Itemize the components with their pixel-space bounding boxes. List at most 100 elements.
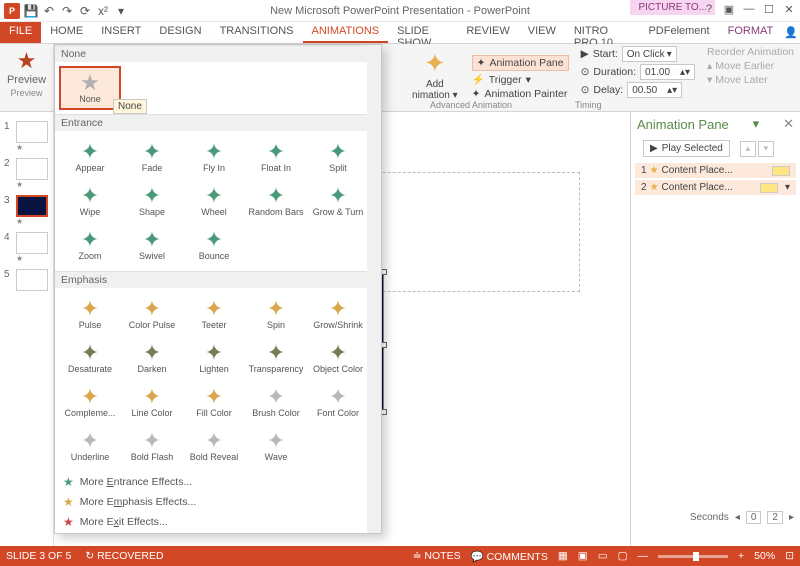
gallery-scrollbar[interactable] (367, 45, 381, 533)
tab-format[interactable]: FORMAT (719, 22, 783, 43)
tab-insert[interactable]: INSERT (92, 22, 150, 43)
anim-underline[interactable]: ✦Underline (59, 424, 121, 468)
more-exit-effects[interactable]: ★More Exit Effects... (55, 512, 381, 532)
tab-design[interactable]: DESIGN (150, 22, 210, 43)
anim-fill-color[interactable]: ✦Fill Color (183, 380, 245, 424)
tab-transitions[interactable]: TRANSITIONS (211, 22, 303, 43)
close-icon[interactable]: ✕ (780, 0, 798, 18)
anim-bold-reveal[interactable]: ✦Bold Reveal (183, 424, 245, 468)
start-select[interactable]: On Click ▾ (622, 46, 677, 62)
animation-pane-close-icon[interactable]: ✕ (783, 116, 794, 132)
zoom-in-icon[interactable]: + (738, 550, 744, 562)
slide-thumb-3[interactable]: 3★ (0, 192, 53, 229)
move-down-icon[interactable]: ▾ (758, 141, 774, 157)
animation-pane-button[interactable]: ✦ Animation Pane (472, 55, 569, 71)
more-emphasis-effects[interactable]: ★More Emphasis Effects... (55, 492, 381, 512)
help-icon[interactable]: ? (700, 0, 718, 18)
minimize-icon[interactable]: — (740, 0, 758, 18)
anim-pulse[interactable]: ✦Pulse (59, 292, 121, 336)
anim-transparency[interactable]: ✦Transparency (245, 336, 307, 380)
anim-spin[interactable]: ✦Spin (245, 292, 307, 336)
anim-wheel[interactable]: ✦Wheel (183, 179, 245, 223)
anim-desaturate[interactable]: ✦Desaturate (59, 336, 121, 380)
move-up-icon[interactable]: ▴ (740, 141, 756, 157)
anim-wipe[interactable]: ✦Wipe (59, 179, 121, 223)
slide-thumb-5[interactable]: 5 (0, 266, 53, 294)
title-bar: P 💾 ↶ ↷ ⟳ x² ▾ New Microsoft PowerPoint … (0, 0, 800, 22)
play-selected-button[interactable]: ▶ Play Selected (643, 140, 730, 157)
move-earlier-button[interactable]: ▴ Move Earlier (707, 60, 794, 72)
delay-input[interactable]: 00.50 ▴▾ (627, 82, 682, 98)
slideshow-view-icon[interactable]: ▢ (618, 550, 628, 562)
qat-dropdown-icon[interactable]: ▾ (114, 4, 128, 18)
anim-darken[interactable]: ✦Darken (121, 336, 183, 380)
slide-counter[interactable]: SLIDE 3 OF 5 (6, 550, 71, 562)
anim-brush-color[interactable]: ✦Brush Color (245, 380, 307, 424)
animation-painter-button[interactable]: ✦ Animation Painter (472, 88, 569, 100)
zoom-level[interactable]: 50% (754, 550, 775, 562)
recovered-indicator[interactable]: ↻ RECOVERED (85, 550, 163, 562)
anim-random-bars[interactable]: ✦Random Bars (245, 179, 307, 223)
anim-object-color[interactable]: ✦Object Color (307, 336, 369, 380)
anim-compleme-[interactable]: ✦Compleme... (59, 380, 121, 424)
fit-to-window-icon[interactable]: ⊡ (785, 550, 794, 562)
account-icon[interactable]: 👤 (782, 22, 800, 43)
tab-file[interactable]: FILE (0, 22, 41, 43)
anim-none[interactable]: ★None (59, 66, 121, 110)
anim-grow-turn[interactable]: ✦Grow & Turn (307, 179, 369, 223)
anim-bold-flash[interactable]: ✦Bold Flash (121, 424, 183, 468)
tab-nitro[interactable]: NITRO PRO 10 (565, 22, 640, 43)
more-entrance-effects[interactable]: ★More Entrance Effects... (55, 472, 381, 492)
notes-button[interactable]: ≐ NOTES (413, 550, 461, 562)
tab-review[interactable]: REVIEW (457, 22, 518, 43)
anim-lighten[interactable]: ✦Lighten (183, 336, 245, 380)
more-motion-paths[interactable]: ☆More Motion Paths... (55, 532, 381, 534)
anim-bounce[interactable]: ✦Bounce (183, 223, 245, 267)
anim-fly-in[interactable]: ✦Fly In (183, 135, 245, 179)
anim-shape[interactable]: ✦Shape (121, 179, 183, 223)
normal-view-icon[interactable]: ▦ (558, 550, 568, 562)
tab-view[interactable]: VIEW (519, 22, 565, 43)
anim-item-2[interactable]: 2★Content Place...▾ (635, 180, 796, 195)
sorter-view-icon[interactable]: ▣ (578, 550, 588, 562)
anim-split[interactable]: ✦Split (307, 135, 369, 179)
preview-button[interactable]: Preview (0, 74, 53, 86)
preview-icon[interactable]: ★ (0, 48, 53, 74)
tab-home[interactable]: HOME (41, 22, 92, 43)
anim-wave[interactable]: ✦Wave (245, 424, 307, 468)
slide-thumb-2[interactable]: 2★ (0, 155, 53, 192)
anim-item-1[interactable]: 1★Content Place... (635, 163, 796, 178)
repeat-icon[interactable]: ⟳ (78, 4, 92, 18)
tab-animations[interactable]: ANIMATIONS (303, 22, 389, 43)
anim-appear[interactable]: ✦Appear (59, 135, 121, 179)
tab-slideshow[interactable]: SLIDE SHOW (388, 22, 457, 43)
save-icon[interactable]: 💾 (24, 4, 38, 18)
animation-pane-dropdown-icon[interactable]: ▾ (753, 116, 760, 132)
timeline-prev-icon[interactable]: ◂ (735, 512, 740, 523)
superscript-icon[interactable]: x² (96, 4, 110, 18)
anim-teeter[interactable]: ✦Teeter (183, 292, 245, 336)
duration-input[interactable]: 01.00 ▴▾ (640, 64, 695, 80)
ribbon-options-icon[interactable]: ▣ (720, 0, 738, 18)
comments-button[interactable]: 💬 COMMENTS (471, 550, 548, 563)
undo-icon[interactable]: ↶ (42, 4, 56, 18)
tab-pdfelement[interactable]: PDFelement (639, 22, 718, 43)
anim-zoom[interactable]: ✦Zoom (59, 223, 121, 267)
slide-thumb-1[interactable]: 1★ (0, 118, 53, 155)
anim-fade[interactable]: ✦Fade (121, 135, 183, 179)
slide-thumb-4[interactable]: 4★ (0, 229, 53, 266)
reading-view-icon[interactable]: ▭ (598, 550, 608, 562)
move-later-button[interactable]: ▾ Move Later (707, 74, 794, 86)
zoom-out-icon[interactable]: — (638, 550, 649, 562)
anim-swivel[interactable]: ✦Swivel (121, 223, 183, 267)
anim-color-pulse[interactable]: ✦Color Pulse (121, 292, 183, 336)
anim-font-color[interactable]: ✦Font Color (307, 380, 369, 424)
anim-line-color[interactable]: ✦Line Color (121, 380, 183, 424)
timeline-next-icon[interactable]: ▸ (789, 512, 794, 523)
maximize-icon[interactable]: ☐ (760, 0, 778, 18)
redo-icon[interactable]: ↷ (60, 4, 74, 18)
anim-float-in[interactable]: ✦Float In (245, 135, 307, 179)
anim-grow-shrink[interactable]: ✦Grow/Shrink (307, 292, 369, 336)
zoom-slider[interactable] (658, 555, 728, 558)
trigger-button[interactable]: ⚡ Trigger ▾ (472, 73, 569, 86)
